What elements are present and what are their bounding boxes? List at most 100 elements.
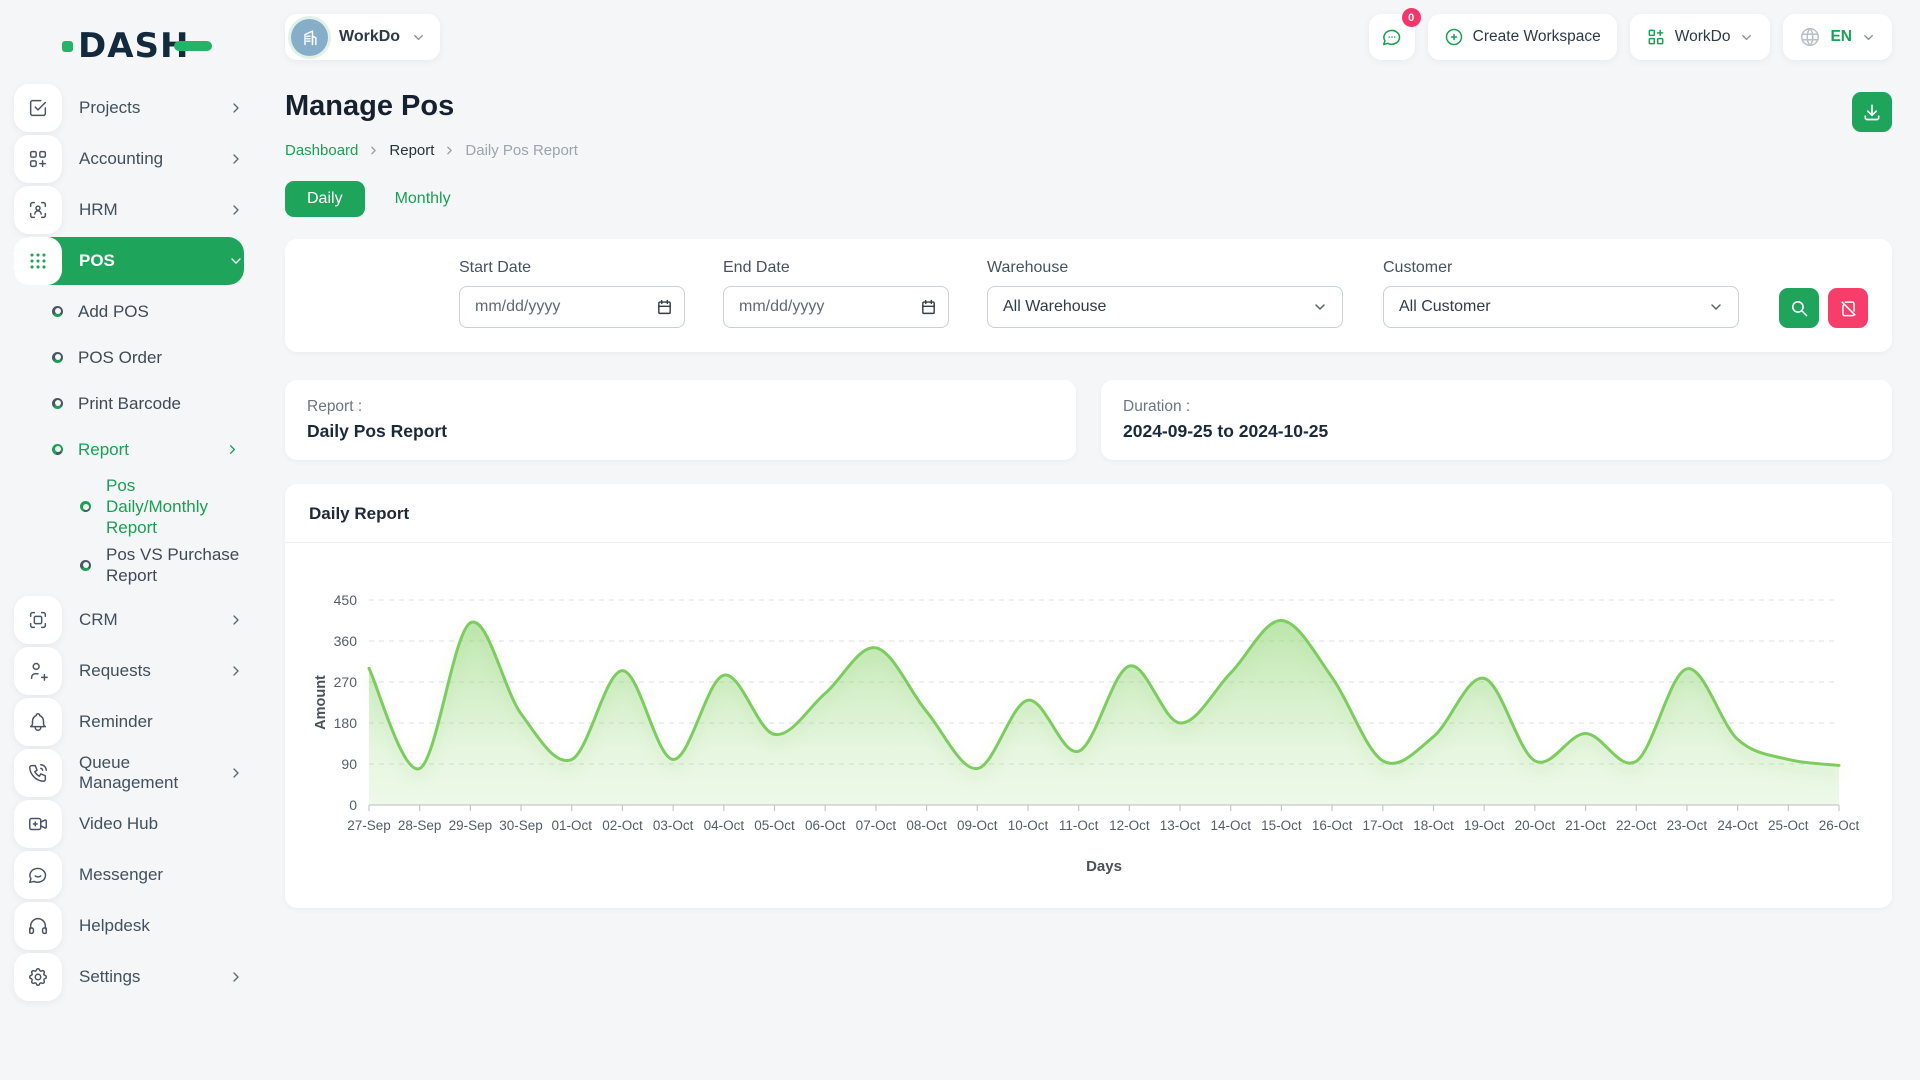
sidebar-item-accounting[interactable]: Accounting	[14, 135, 244, 183]
svg-text:29-Sep: 29-Sep	[449, 818, 493, 833]
sidebar-item-label: Settings	[79, 967, 211, 987]
sidebar-item-queue-management[interactable]: Queue Management	[14, 749, 244, 797]
tab-monthly[interactable]: Monthly	[395, 190, 451, 208]
svg-text:19-Oct: 19-Oct	[1464, 818, 1505, 833]
tab-daily[interactable]: Daily	[285, 181, 365, 217]
workspace-name: WorkDo	[339, 28, 400, 46]
checkbox-icon	[14, 84, 62, 132]
chevron-right-icon	[228, 969, 244, 985]
svg-text:0: 0	[349, 797, 357, 813]
warehouse-label: Warehouse	[987, 259, 1343, 277]
svg-text:180: 180	[334, 715, 358, 731]
messages-button[interactable]: 0	[1369, 14, 1415, 60]
card-scan-icon	[14, 596, 62, 644]
sidebar-item-helpdesk[interactable]: Helpdesk	[14, 902, 244, 950]
daily-report-card: Daily Report 09018027036045027-Sep28-Sep…	[285, 484, 1892, 908]
svg-text:27-Sep: 27-Sep	[347, 818, 391, 833]
create-workspace-button[interactable]: Create Workspace	[1428, 14, 1617, 60]
svg-text:30-Sep: 30-Sep	[499, 818, 543, 833]
bullet-icon	[80, 560, 91, 571]
chart-title: Daily Report	[309, 504, 409, 523]
customer-label: Customer	[1383, 259, 1739, 277]
submenu-item-pos-daily-monthly-report[interactable]: Pos Daily/Monthly Report	[0, 475, 258, 538]
svg-text:09-Oct: 09-Oct	[957, 818, 998, 833]
svg-text:06-Oct: 06-Oct	[805, 818, 846, 833]
start-date-field: Start Date	[459, 259, 685, 328]
messages-badge: 0	[1402, 8, 1421, 27]
report-label: Report :	[307, 398, 1054, 416]
report-value: Daily Pos Report	[307, 421, 1054, 442]
sidebar-item-settings[interactable]: Settings	[14, 953, 244, 1001]
chevron-right-icon	[228, 151, 244, 167]
headset-icon	[14, 902, 62, 950]
chevron-right-icon	[228, 100, 244, 116]
warehouse-selected-value: All Warehouse	[1003, 298, 1106, 316]
brand-logo[interactable]: DASH	[62, 24, 258, 68]
duration-summary-card: Duration : 2024-09-25 to 2024-10-25	[1101, 380, 1892, 460]
svg-text:26-Oct: 26-Oct	[1819, 818, 1860, 833]
search-button[interactable]	[1779, 288, 1819, 328]
submenu-item-label: Report	[78, 439, 129, 460]
svg-text:12-Oct: 12-Oct	[1109, 818, 1150, 833]
customer-selected-value: All Customer	[1399, 298, 1491, 316]
report-summary-card: Report : Daily Pos Report	[285, 380, 1076, 460]
logo-bar-icon	[174, 41, 212, 51]
sidebar-item-messenger[interactable]: Messenger	[14, 851, 244, 899]
sidebar-item-label: Messenger	[79, 865, 244, 885]
download-button[interactable]	[1852, 92, 1892, 132]
chevron-right-icon	[228, 765, 244, 781]
sidebar-item-label: Video Hub	[79, 814, 244, 834]
chevron-right-icon	[367, 144, 380, 157]
start-date-input[interactable]	[459, 286, 685, 328]
sidebar-item-crm[interactable]: CRM	[14, 596, 244, 644]
topbar-actions: 0 Create Workspace WorkDo EN	[1369, 14, 1892, 60]
sidebar-item-label: Requests	[79, 661, 211, 681]
language-selector[interactable]: EN	[1783, 14, 1892, 60]
breadcrumb-current-page: Daily Pos Report	[465, 142, 578, 159]
warehouse-select[interactable]: All Warehouse	[987, 286, 1343, 328]
daily-report-area-chart: 09018027036045027-Sep28-Sep29-Sep30-Sep0…	[309, 555, 1866, 885]
submenu-item-label: Pos Daily/Monthly Report	[106, 475, 240, 538]
duration-value: 2024-09-25 to 2024-10-25	[1123, 421, 1870, 442]
clear-filter-icon	[1839, 299, 1858, 318]
submenu-item-label: Add POS	[78, 301, 149, 322]
breadcrumb-dashboard-link[interactable]: Dashboard	[285, 142, 358, 159]
sidebar-item-projects[interactable]: Projects	[14, 84, 244, 132]
app-switcher-button[interactable]: WorkDo	[1630, 14, 1771, 60]
download-icon	[1862, 102, 1882, 122]
svg-text:22-Oct: 22-Oct	[1616, 818, 1657, 833]
sidebar-item-video-hub[interactable]: Video Hub	[14, 800, 244, 848]
submenu-item-add-pos[interactable]: Add POS	[0, 291, 258, 331]
submenu-item-report[interactable]: Report	[0, 429, 258, 469]
sidebar-item-reminder[interactable]: Reminder	[14, 698, 244, 746]
user-plus-icon	[14, 647, 62, 695]
sidebar-item-label: POS	[79, 251, 211, 271]
calendar-icon[interactable]	[656, 299, 673, 316]
pos-submenu: Add POS POS Order Print Barcode Report P…	[0, 291, 258, 586]
clear-filter-button[interactable]	[1828, 288, 1868, 328]
sidebar-item-pos[interactable]: POS	[14, 237, 244, 285]
page-header: Manage Pos	[285, 90, 1892, 132]
user-scan-icon	[14, 186, 62, 234]
submenu-item-pos-order[interactable]: POS Order	[0, 337, 258, 377]
submenu-item-pos-vs-purchase-report[interactable]: Pos VS Purchase Report	[0, 544, 258, 586]
end-date-input[interactable]	[723, 286, 949, 328]
customer-select[interactable]: All Customer	[1383, 286, 1739, 328]
svg-text:15-Oct: 15-Oct	[1261, 818, 1302, 833]
svg-text:07-Oct: 07-Oct	[856, 818, 897, 833]
workspace-switcher[interactable]: WorkDo	[285, 14, 440, 60]
chevron-down-icon	[1861, 30, 1876, 45]
svg-text:08-Oct: 08-Oct	[906, 818, 947, 833]
bell-icon	[14, 698, 62, 746]
bullet-icon	[52, 444, 63, 455]
svg-text:03-Oct: 03-Oct	[653, 818, 694, 833]
sidebar-item-hrm[interactable]: HRM	[14, 186, 244, 234]
calendar-icon[interactable]	[920, 299, 937, 316]
chevron-down-icon	[1708, 299, 1724, 315]
submenu-item-print-barcode[interactable]: Print Barcode	[0, 383, 258, 423]
bullet-icon	[52, 306, 63, 317]
sidebar-item-requests[interactable]: Requests	[14, 647, 244, 695]
workspace-avatar	[291, 19, 328, 56]
breadcrumb-report-link[interactable]: Report	[389, 142, 434, 159]
breadcrumb: Dashboard Report Daily Pos Report	[285, 142, 1892, 159]
